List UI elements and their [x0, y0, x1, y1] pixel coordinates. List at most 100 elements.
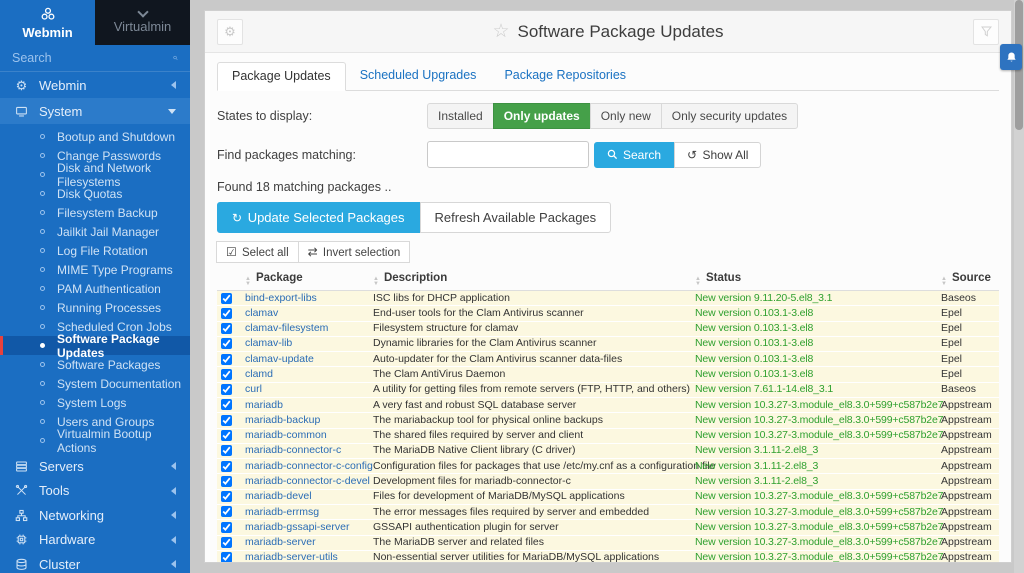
row-checkbox[interactable]	[221, 445, 232, 456]
bullet-icon	[40, 305, 45, 310]
package-link[interactable]: mariadb	[245, 399, 283, 411]
package-link[interactable]: curl	[245, 383, 262, 395]
sidebar-section-hardware[interactable]: Hardware	[0, 528, 190, 553]
row-checkbox[interactable]	[221, 308, 232, 319]
sidebar-item-log-file-rotation[interactable]: Log File Rotation	[0, 241, 190, 260]
package-link[interactable]: clamav-lib	[245, 337, 292, 349]
package-source: Appstream	[937, 474, 999, 489]
package-link[interactable]: bind-export-libs	[245, 292, 317, 304]
tab-virtualmin[interactable]: Virtualmin	[95, 0, 190, 45]
search-input[interactable]	[12, 51, 173, 65]
row-checkbox[interactable]	[221, 537, 232, 548]
select-all-button[interactable]: ☑ Select all	[216, 241, 299, 263]
tab-webmin[interactable]: Webmin	[0, 0, 95, 45]
sidebar-item-software-package-updates[interactable]: Software Package Updates	[0, 336, 190, 355]
notifications-button[interactable]	[1000, 44, 1022, 70]
sidebar-item-running-processes[interactable]: Running Processes	[0, 298, 190, 317]
update-selected-button[interactable]: ↻ Update Selected Packages	[217, 202, 420, 233]
tab-scheduled-upgrades[interactable]: Scheduled Upgrades	[346, 62, 491, 91]
sidebar-item-filesystem-backup[interactable]: Filesystem Backup	[0, 203, 190, 222]
show-all-button[interactable]: ↺ Show All	[674, 142, 761, 168]
search-button[interactable]: Search	[594, 142, 674, 168]
sidebar-item-pam-authentication[interactable]: PAM Authentication	[0, 279, 190, 298]
state-button-only-updates[interactable]: Only updates	[493, 103, 591, 129]
sort-icon: ▲▼	[245, 277, 251, 287]
row-checkbox[interactable]	[221, 491, 232, 502]
row-checkbox[interactable]	[221, 461, 232, 472]
package-link[interactable]: mariadb-connector-c-config	[245, 460, 373, 472]
package-link[interactable]: mariadb-gssapi-server	[245, 521, 349, 533]
sidebar-section-tools[interactable]: Tools	[0, 479, 190, 504]
column-header-status[interactable]: ▲▼Status	[691, 269, 937, 291]
row-checkbox[interactable]	[221, 323, 232, 334]
page-scrollbar[interactable]	[1014, 0, 1024, 573]
table-row: clamdThe Clam AntiVirus DaemonNew versio…	[217, 367, 999, 382]
tab-package-updates[interactable]: Package Updates	[217, 62, 346, 91]
refresh-icon: ↻	[232, 211, 242, 225]
package-link[interactable]: mariadb-backup	[245, 414, 320, 426]
package-source: Appstream	[937, 520, 999, 535]
package-link[interactable]: mariadb-connector-c	[245, 444, 341, 456]
column-header-package[interactable]: ▲▼Package	[241, 269, 369, 291]
table-row: mariadb-commonThe shared files required …	[217, 428, 999, 443]
row-checkbox[interactable]	[221, 354, 232, 365]
package-link[interactable]: mariadb-connector-c-devel	[245, 475, 370, 487]
row-checkbox[interactable]	[221, 506, 232, 517]
state-button-installed[interactable]: Installed	[427, 103, 494, 129]
sidebar-item-jailkit-jail-manager[interactable]: Jailkit Jail Manager	[0, 222, 190, 241]
sidebar-section-webmin[interactable]: ⚙Webmin	[0, 72, 190, 98]
sidebar-item-system-logs[interactable]: System Logs	[0, 393, 190, 412]
row-checkbox[interactable]	[221, 522, 232, 533]
invert-selection-button[interactable]: ⇄ Invert selection	[298, 241, 411, 263]
find-label: Find packages matching:	[217, 148, 427, 162]
package-link[interactable]: mariadb-devel	[245, 490, 312, 502]
favorite-star-icon[interactable]: ☆	[492, 22, 509, 41]
row-checkbox[interactable]	[221, 430, 232, 441]
sidebar-section-system[interactable]: System	[0, 98, 190, 124]
filter-button[interactable]	[973, 19, 999, 45]
package-status: New version 10.3.27-3.module_el8.3.0+599…	[691, 504, 937, 519]
settings-button[interactable]: ⚙	[217, 19, 243, 45]
table-row: curlA utility for getting files from rem…	[217, 382, 999, 397]
find-packages-input[interactable]	[427, 141, 589, 168]
column-header-source[interactable]: ▲▼Source	[937, 269, 999, 291]
sidebar-section-networking[interactable]: Networking	[0, 503, 190, 528]
package-link[interactable]: clamav	[245, 307, 278, 319]
row-checkbox[interactable]	[221, 293, 232, 304]
row-checkbox[interactable]	[221, 552, 232, 563]
package-link[interactable]: mariadb-server-utils	[245, 551, 338, 563]
sidebar-item-label: Bootup and Shutdown	[57, 130, 175, 144]
package-description: The MariaDB server and related files	[369, 535, 691, 550]
invert-icon: ⇄	[308, 245, 318, 259]
package-link[interactable]: clamav-update	[245, 353, 314, 365]
row-checkbox[interactable]	[221, 384, 232, 395]
sidebar-section-servers[interactable]: Servers	[0, 454, 190, 479]
bell-icon	[1005, 51, 1018, 64]
sidebar-item-bootup-and-shutdown[interactable]: Bootup and Shutdown	[0, 127, 190, 146]
row-checkbox[interactable]	[221, 369, 232, 380]
main-panel: ⚙ ☆ Software Package Updates Package Upd…	[204, 10, 1012, 563]
package-link[interactable]: clamd	[245, 368, 273, 380]
row-checkbox[interactable]	[221, 399, 232, 410]
table-row: mariadb-connector-c-develDevelopment fil…	[217, 474, 999, 489]
package-link[interactable]: mariadb-server	[245, 536, 316, 548]
package-link[interactable]: mariadb-common	[245, 429, 327, 441]
package-link[interactable]: mariadb-errmsg	[245, 506, 319, 518]
row-checkbox[interactable]	[221, 415, 232, 426]
search-icon	[607, 149, 618, 160]
refresh-available-button[interactable]: Refresh Available Packages	[420, 202, 612, 233]
sidebar-item-virtualmin-bootup-actions[interactable]: Virtualmin Bootup Actions	[0, 431, 190, 450]
tab-package-repositories[interactable]: Package Repositories	[490, 62, 640, 91]
sidebar-item-system-documentation[interactable]: System Documentation	[0, 374, 190, 393]
package-link[interactable]: clamav-filesystem	[245, 322, 328, 334]
sidebar-item-disk-and-network-filesystems[interactable]: Disk and Network Filesystems	[0, 165, 190, 184]
state-button-only-new[interactable]: Only new	[590, 103, 662, 129]
package-source: Epel	[937, 321, 999, 336]
row-checkbox[interactable]	[221, 476, 232, 487]
column-header-description[interactable]: ▲▼Description	[369, 269, 691, 291]
chevron-left-icon	[171, 560, 176, 568]
row-checkbox[interactable]	[221, 338, 232, 349]
sidebar-item-mime-type-programs[interactable]: MIME Type Programs	[0, 260, 190, 279]
sidebar-section-cluster[interactable]: Cluster	[0, 552, 190, 573]
state-button-only-security-updates[interactable]: Only security updates	[661, 103, 798, 129]
